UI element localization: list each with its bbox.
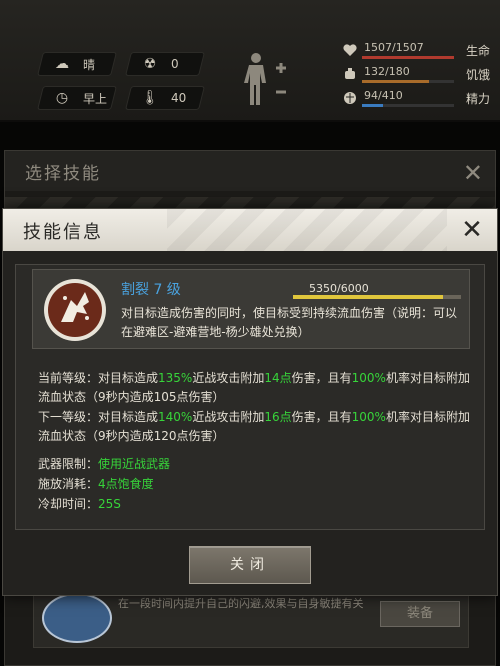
dialog-header: 技能信息 ✕ [3, 209, 497, 251]
energy-stat: 94/410 精力 [334, 88, 496, 110]
weather-value: 晴 [83, 57, 96, 72]
energy-label: 精力 [465, 92, 490, 106]
radiation-chip: ☢ 0 [125, 52, 205, 76]
hunger-label: 饥饿 [465, 68, 490, 82]
equip-button[interactable]: 装备 [380, 601, 460, 627]
energy-bar-fill [362, 104, 384, 107]
status-hud: ☁ 晴 ☢ 0 ◷ 早上 🌡 40 1507/1507 生命 132/180 饥饿 94… [0, 0, 500, 122]
energy-bar [362, 104, 454, 107]
close-icon[interactable]: ✕ [457, 213, 487, 247]
current-text-3: 伤害，且有 [291, 371, 352, 385]
skill-select-close-icon[interactable]: ✕ [463, 159, 483, 187]
next-text-2: 近战攻击附加 [192, 410, 265, 424]
current-level-text: 当前等级：对目标造成135%近战攻击附加14点伤害，且有100%机率对目标附加流… [38, 369, 478, 407]
heart-icon [343, 44, 357, 56]
hunger-bar-fill [362, 80, 430, 83]
next-damage: 16点 [264, 410, 292, 424]
close-button[interactable]: 关闭 [189, 546, 311, 584]
skill-description: 对目标造成伤害的同时，使目标受到持续流血伤害（说明：可以在避难区-避难营地-杨少… [121, 306, 458, 339]
health-stat: 1507/1507 生命 [334, 40, 496, 62]
weapon-limit-value: 使用近战武器 [98, 457, 171, 471]
next-text-1: 对目标造成 [98, 410, 159, 424]
current-percent: 135% [158, 371, 193, 385]
skill-name: 割裂 7 级 [121, 282, 181, 298]
weather-chip: ☁ 晴 [37, 52, 117, 76]
current-chance: 100% [351, 371, 386, 385]
next-chance: 100% [351, 410, 386, 424]
dialog-title: 技能信息 [23, 222, 103, 243]
cast-cost-label: 施放消耗： [38, 477, 99, 491]
hunger-value: 132/180 [364, 65, 410, 78]
cast-cost-row: 施放消耗：4点饱食度 [38, 475, 478, 494]
clock-icon: ◷ [55, 90, 69, 106]
radiation-value: 0 [171, 57, 179, 71]
next-text-3: 伤害，且有 [291, 410, 352, 424]
radiation-icon: ☢ [143, 56, 157, 72]
time-chip: ◷ 早上 [37, 86, 117, 110]
time-value: 早上 [83, 91, 108, 106]
dodge-skill-icon [42, 593, 112, 643]
current-level-label: 当前等级： [38, 371, 99, 385]
xp-text: 5350/6000 [309, 282, 369, 295]
skill-info-dialog: 技能信息 ✕ 割裂 7 级 5350/6000 对目标造成伤害的同时，使目标受到… [2, 208, 498, 596]
xp-bar-fill [293, 295, 443, 299]
hunger-bar [362, 80, 454, 83]
cast-cost-value: 4点饱食度 [98, 477, 154, 491]
cooldown-label: 冷却时间： [38, 497, 99, 511]
skill-info-panel: 割裂 7 级 5350/6000 对目标造成伤害的同时，使目标受到持续流血伤害（… [15, 264, 485, 530]
health-value: 1507/1507 [364, 41, 424, 54]
brain-icon [344, 92, 356, 104]
health-label: 生命 [465, 44, 490, 58]
health-bar [362, 56, 454, 59]
temperature-chip: 🌡 40 [125, 86, 205, 110]
skill-select-title: 选择技能 [5, 151, 495, 191]
current-damage: 14点 [264, 371, 292, 385]
weather-icon: ☁ [55, 56, 69, 72]
weapon-limit-row: 武器限制：使用近战武器 [38, 455, 478, 474]
weapon-limit-label: 武器限制： [38, 457, 99, 471]
next-level-text: 下一等级：对目标造成140%近战攻击附加16点伤害，且有100%机率对目标附加流… [38, 408, 478, 446]
thermometer-icon: 🌡 [141, 90, 159, 106]
skill-card: 割裂 7 级 5350/6000 对目标造成伤害的同时，使目标受到持续流血伤害（… [32, 269, 470, 349]
health-bar-fill [362, 56, 454, 59]
hunger-stat: 132/180 饥饿 [334, 64, 496, 86]
header-stripes [167, 209, 447, 251]
food-icon [345, 68, 355, 79]
next-percent: 140% [158, 410, 193, 424]
xp-bar [293, 295, 461, 299]
cooldown-row: 冷却时间：25S [38, 495, 478, 514]
body-status-icon[interactable] [236, 50, 296, 110]
energy-value: 94/410 [364, 89, 403, 102]
temperature-value: 40 [171, 91, 187, 105]
skill-list-desc: 在一段时间内提升自己的闪避,效果与自身敏捷有关 [118, 597, 364, 610]
current-text-1: 对目标造成 [98, 371, 159, 385]
cooldown-value: 25S [98, 497, 121, 511]
next-level-label: 下一等级： [38, 410, 99, 424]
current-text-2: 近战攻击附加 [192, 371, 265, 385]
rend-skill-icon [44, 279, 106, 341]
